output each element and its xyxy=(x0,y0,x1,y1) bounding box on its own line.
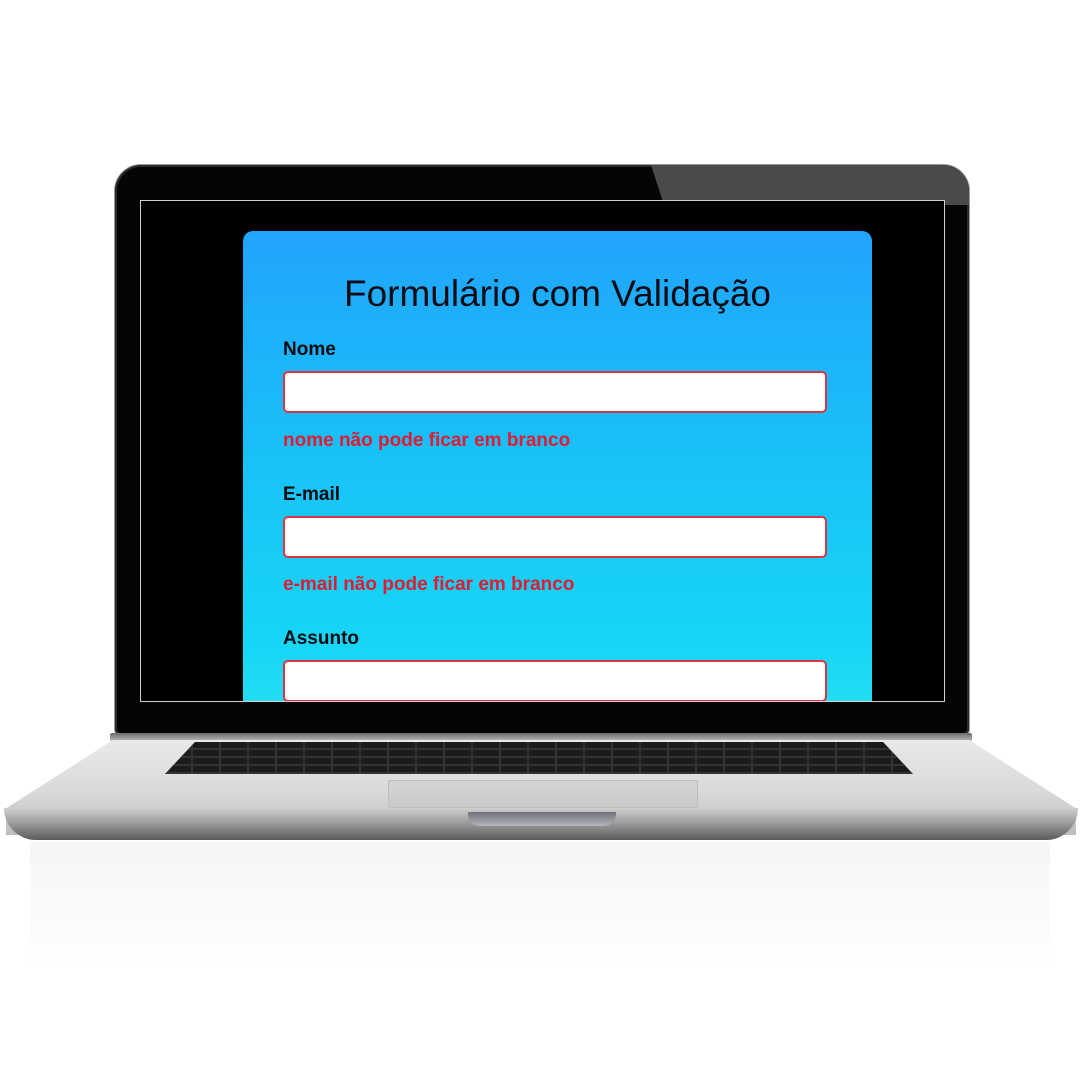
nome-input[interactable] xyxy=(283,371,827,413)
email-error-message: e-mail não pode ficar em branco xyxy=(283,574,575,595)
nome-label: Nome xyxy=(283,339,336,360)
keyboard xyxy=(165,742,913,774)
laptop-lid: Formulário com Validação Nome nome não p… xyxy=(115,165,969,735)
trackpad xyxy=(388,780,698,808)
lid-glare xyxy=(651,165,969,205)
email-label: E-mail xyxy=(283,484,341,505)
laptop-hinge xyxy=(110,733,972,741)
nome-error-message: nome não pode ficar em branco xyxy=(283,430,571,451)
assunto-label: Assunto xyxy=(283,628,359,649)
validation-form-card: Formulário com Validação Nome nome não p… xyxy=(243,231,872,701)
email-input[interactable] xyxy=(283,516,827,558)
keyboard-keys xyxy=(165,742,913,774)
laptop-reflection xyxy=(30,842,1050,972)
laptop-mockup: Formulário com Validação Nome nome não p… xyxy=(0,0,1080,1080)
assunto-input[interactable] xyxy=(283,660,827,701)
laptop-screen: Formulário com Validação Nome nome não p… xyxy=(140,200,945,702)
laptop-notch xyxy=(468,812,616,826)
form-title: Formulário com Validação xyxy=(343,273,772,314)
